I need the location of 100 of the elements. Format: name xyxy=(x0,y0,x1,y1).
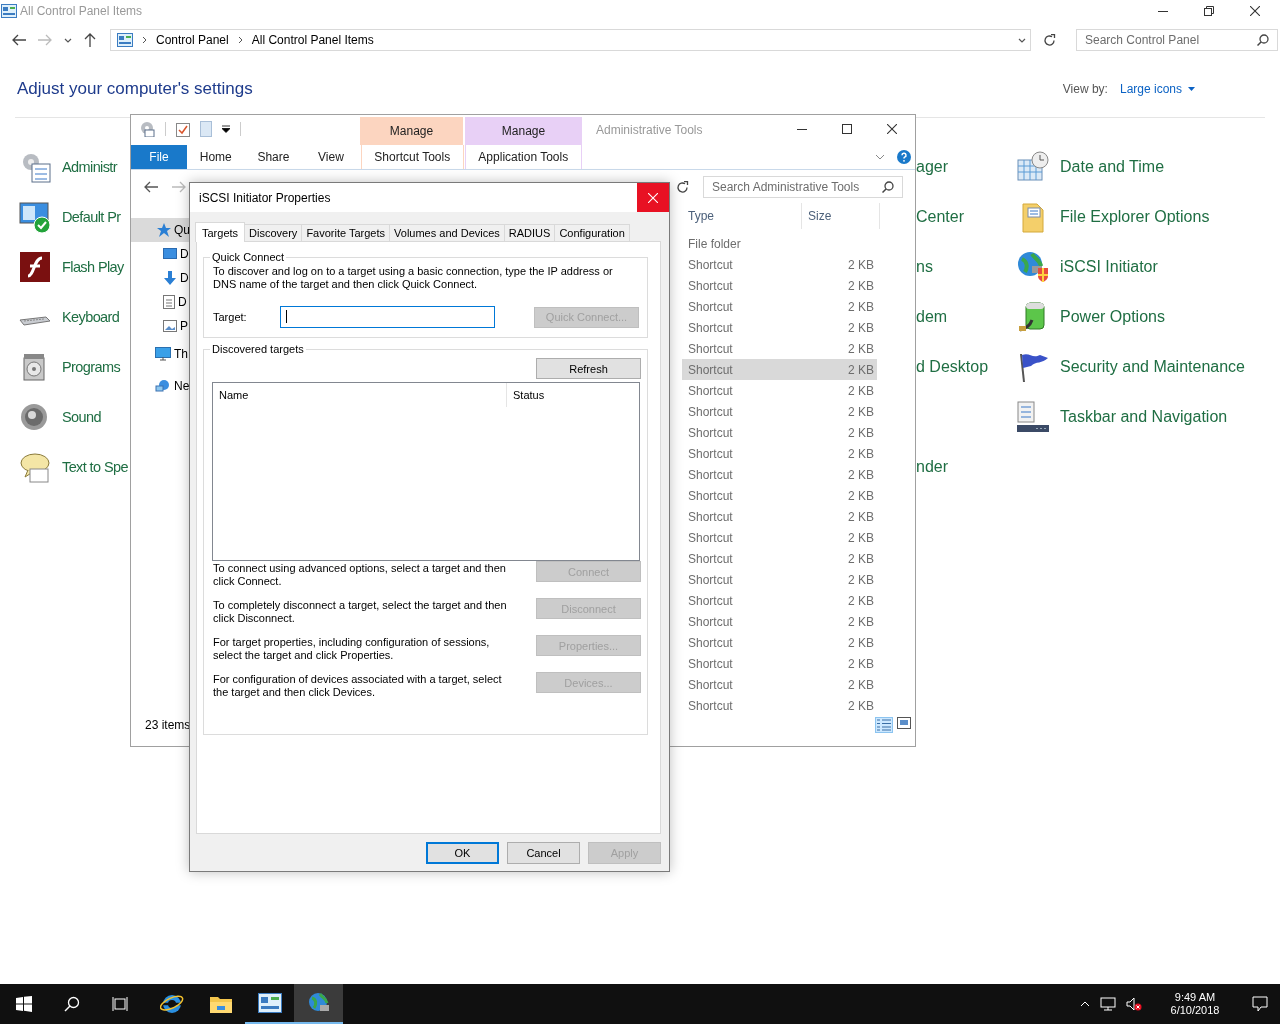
navigation-item[interactable]: D xyxy=(131,266,189,290)
column-header[interactable]: Size xyxy=(802,203,880,229)
back-arrow-icon[interactable] xyxy=(12,34,26,46)
file-row[interactable]: Shortcut 2 KB xyxy=(682,464,877,485)
dialog-button[interactable]: OK xyxy=(426,842,499,864)
settings-link[interactable]: dem xyxy=(916,308,948,326)
monitor-check-icon[interactable] xyxy=(18,200,52,234)
file-row[interactable]: Shortcut 2 KB xyxy=(682,254,877,275)
navigation-item[interactable]: D xyxy=(131,242,189,266)
dropdown-icon[interactable] xyxy=(1018,37,1026,43)
file-row[interactable]: Shortcut 2 KB xyxy=(682,527,877,548)
recent-locations-icon[interactable] xyxy=(64,37,72,43)
back-arrow-icon[interactable] xyxy=(144,181,158,193)
up-arrow-icon[interactable] xyxy=(84,33,96,47)
tab[interactable]: Discovery xyxy=(244,224,303,241)
column-header[interactable]: Status xyxy=(507,383,545,407)
dialog-button[interactable]: Cancel xyxy=(507,842,580,864)
taskbar-checklist-icon[interactable] xyxy=(1016,400,1050,434)
file-row[interactable]: Shortcut 2 KB xyxy=(682,611,877,632)
search-icon[interactable] xyxy=(882,181,894,193)
breadcrumb-item[interactable]: All Control Panel Items xyxy=(251,33,374,47)
search-icon[interactable] xyxy=(1257,34,1269,46)
file-row[interactable]: Shortcut 2 KB xyxy=(682,275,877,296)
speaker-muted-icon[interactable] xyxy=(1126,997,1142,1011)
tab[interactable]: Favorite Targets xyxy=(301,224,391,241)
windows-logo-icon[interactable] xyxy=(16,996,32,1012)
file-row[interactable]: Shortcut 2 KB xyxy=(682,359,877,380)
show-hidden-icons-icon[interactable] xyxy=(1080,1001,1090,1007)
navigation-item[interactable]: Ne xyxy=(131,370,189,402)
file-menu-button[interactable]: File xyxy=(131,145,187,169)
settings-link[interactable]: nder xyxy=(916,458,949,476)
refresh-button[interactable]: Refresh xyxy=(536,358,641,379)
settings-link[interactable]: Security and Maintenance xyxy=(1060,358,1245,376)
navigation-item[interactable]: Th xyxy=(131,338,189,370)
clock[interactable]: 9:49 AM 6/10/2018 xyxy=(1160,991,1230,1017)
settings-link[interactable]: Flash Play xyxy=(62,259,124,275)
file-row[interactable]: Shortcut 2 KB xyxy=(682,632,877,653)
search-field[interactable]: Search Control Panel xyxy=(1076,29,1278,51)
speech-bubble-icon[interactable] xyxy=(18,450,52,484)
file-row[interactable]: Shortcut 2 KB xyxy=(682,695,877,716)
column-header[interactable]: Type xyxy=(682,203,802,229)
view-mode-link[interactable]: Large icons xyxy=(1119,82,1182,96)
file-row[interactable]: Shortcut 2 KB xyxy=(682,590,877,611)
search-field[interactable]: Search Administrative Tools xyxy=(703,176,903,198)
network-icon[interactable] xyxy=(1100,997,1116,1011)
settings-link[interactable]: ager xyxy=(916,158,949,176)
large-icons-view-icon[interactable] xyxy=(897,717,911,729)
control-panel-icon[interactable] xyxy=(257,993,282,1013)
file-row[interactable]: Shortcut 2 KB xyxy=(682,401,877,422)
file-row[interactable]: Shortcut 2 KB xyxy=(682,380,877,401)
settings-link[interactable]: Administr xyxy=(62,159,118,175)
checklist-icon[interactable] xyxy=(176,121,190,137)
close-button[interactable] xyxy=(637,183,669,212)
settings-link[interactable]: Power Options xyxy=(1060,308,1165,326)
ribbon-tab[interactable]: Shortcut Tools xyxy=(360,145,464,169)
file-row[interactable]: Shortcut 2 KB xyxy=(682,548,877,569)
folder-icon[interactable] xyxy=(208,994,233,1014)
ribbon-tab[interactable]: Application Tools xyxy=(464,145,582,169)
column-header[interactable]: Name xyxy=(213,383,507,407)
ribbon-tab[interactable]: View xyxy=(302,145,360,169)
settings-link[interactable]: Text to Spe xyxy=(62,459,128,475)
properties-gear-icon[interactable] xyxy=(139,121,155,137)
tab[interactable]: Targets xyxy=(195,222,246,242)
file-row[interactable]: Shortcut 2 KB xyxy=(682,485,877,506)
ribbon-tab[interactable]: Share xyxy=(244,145,303,169)
app-tile-icon[interactable] xyxy=(18,250,52,284)
notification-icon[interactable] xyxy=(1252,996,1268,1012)
restore-icon[interactable] xyxy=(1204,6,1214,16)
file-row[interactable]: File folder xyxy=(682,233,877,254)
file-row[interactable]: Shortcut 2 KB xyxy=(682,674,877,695)
settings-link[interactable]: Date and Time xyxy=(1060,158,1165,176)
navigation-item[interactable]: D xyxy=(131,290,189,314)
navigation-item[interactable]: Qu xyxy=(131,218,189,242)
close-icon[interactable] xyxy=(887,124,897,134)
task-view-icon[interactable] xyxy=(112,996,128,1012)
tab[interactable]: Configuration xyxy=(554,224,630,241)
file-row[interactable]: Shortcut 2 KB xyxy=(682,422,877,443)
settings-link[interactable]: Taskbar and Navigation xyxy=(1060,408,1228,426)
settings-link[interactable]: ns xyxy=(916,258,933,276)
settings-link[interactable]: iSCSI Initiator xyxy=(1060,258,1158,276)
navigation-item[interactable]: P xyxy=(131,314,189,338)
help-icon[interactable] xyxy=(897,150,911,164)
file-row[interactable]: Shortcut 2 KB xyxy=(682,296,877,317)
refresh-icon[interactable] xyxy=(676,180,689,194)
close-icon[interactable] xyxy=(1250,6,1260,16)
customize-menu-icon[interactable] xyxy=(222,125,230,133)
maximize-icon[interactable] xyxy=(842,124,852,134)
file-row[interactable]: Shortcut 2 KB xyxy=(682,317,877,338)
ribbon-tab[interactable]: Home xyxy=(187,145,245,169)
caret-icon[interactable] xyxy=(1188,87,1195,91)
calendar-clock-icon[interactable] xyxy=(1016,150,1050,184)
settings-link[interactable]: File Explorer Options xyxy=(1060,208,1210,226)
settings-link[interactable]: Sound xyxy=(62,409,101,425)
settings-link[interactable]: Default Pr xyxy=(62,209,121,225)
settings-link[interactable]: Programs xyxy=(62,359,121,375)
search-icon[interactable] xyxy=(64,996,80,1012)
settings-link[interactable]: d Desktop xyxy=(916,358,989,376)
target-field[interactable] xyxy=(280,306,495,328)
refresh-icon[interactable] xyxy=(1043,33,1056,47)
details-view-icon[interactable] xyxy=(877,719,891,731)
